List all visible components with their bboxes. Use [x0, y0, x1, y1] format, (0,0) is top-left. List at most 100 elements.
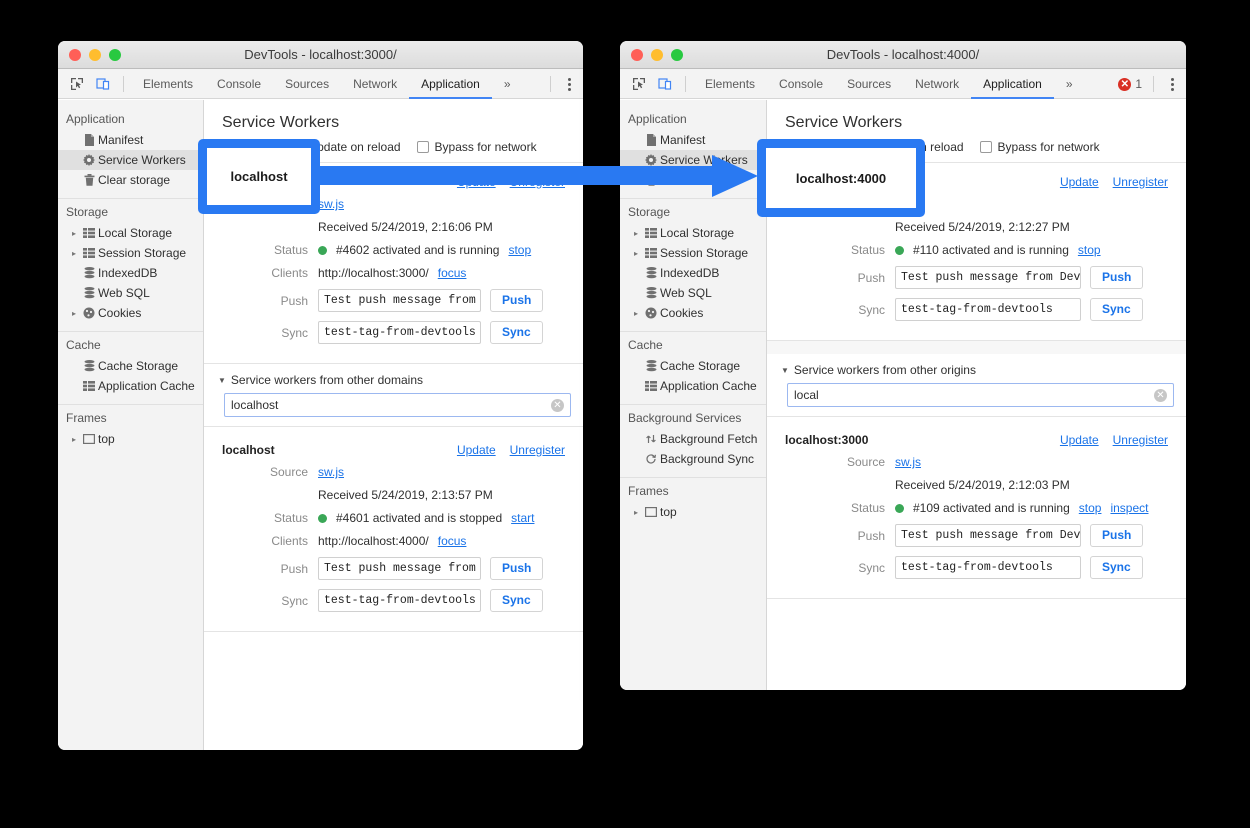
sidebar-item-cache-storage[interactable]: ▸ Cache Storage — [58, 356, 203, 376]
sw-source-link[interactable]: sw.js — [318, 197, 344, 211]
window-controls-left[interactable] — [58, 49, 121, 61]
focus-link[interactable]: focus — [438, 534, 467, 548]
tab-console[interactable]: Console — [767, 69, 835, 99]
push-message-input[interactable]: Test push message from DevTo — [895, 524, 1081, 547]
twisty-icon[interactable]: ▸ — [68, 249, 80, 258]
twisty-icon[interactable]: ▸ — [68, 229, 80, 238]
unregister-link[interactable]: Unregister — [1113, 175, 1168, 189]
tab-network[interactable]: Network — [341, 69, 409, 99]
sidebar-item-session-storage[interactable]: ▸ Session Storage — [58, 243, 203, 263]
sidebar-item-cookies[interactable]: ▸ Cookies — [620, 303, 766, 323]
tab-elements[interactable]: Elements — [693, 69, 767, 99]
stop-link[interactable]: stop — [508, 243, 531, 257]
sync-button[interactable]: Sync — [490, 589, 543, 612]
tab-application[interactable]: Application — [971, 69, 1054, 99]
sidebar-item-local-storage[interactable]: ▸ Local Storage — [620, 223, 766, 243]
twisty-icon[interactable]: ▸ — [630, 508, 642, 517]
push-button[interactable]: Push — [490, 289, 543, 312]
sw-source-link[interactable]: sw.js — [895, 455, 921, 469]
clear-filter-icon[interactable]: ✕ — [551, 399, 564, 412]
other-domains-section-header[interactable]: ▼ Service workers from other domains — [204, 364, 583, 393]
sidebar-item-top-frame[interactable]: ▸ top — [58, 429, 203, 449]
checkbox-box[interactable] — [417, 141, 429, 153]
window-controls-right[interactable] — [620, 49, 683, 61]
unregister-link[interactable]: Unregister — [510, 443, 565, 457]
sidebar-item-local-storage[interactable]: ▸ Local Storage — [58, 223, 203, 243]
sidebar-item-application-cache[interactable]: ▸ Application Cache — [620, 376, 766, 396]
focus-link[interactable]: focus — [438, 266, 467, 280]
origin-filter-input[interactable]: localhost ✕ — [224, 393, 571, 417]
sw-source-link[interactable]: sw.js — [318, 465, 344, 479]
sync-tag-input[interactable]: test-tag-from-devtools — [318, 589, 481, 612]
twisty-icon[interactable]: ▸ — [630, 249, 642, 258]
push-message-input[interactable]: Test push message from De — [318, 557, 481, 580]
checkbox-bypass-for-network[interactable]: Bypass for network — [980, 140, 1100, 154]
sidebar-item-session-storage[interactable]: ▸ Session Storage — [620, 243, 766, 263]
sync-button[interactable]: Sync — [1090, 298, 1143, 321]
push-button[interactable]: Push — [1090, 524, 1143, 547]
sidebar-item-indexeddb[interactable]: ▸ IndexedDB — [58, 263, 203, 283]
tab-elements[interactable]: Elements — [131, 69, 205, 99]
origin-filter-input[interactable]: local ✕ — [787, 383, 1174, 407]
sidebar-item-application-cache[interactable]: ▸ Application Cache — [58, 376, 203, 396]
sidebar-item-cookies[interactable]: ▸ Cookies — [58, 303, 203, 323]
twisty-icon[interactable]: ▸ — [630, 229, 642, 238]
kebab-menu-icon[interactable] — [562, 78, 577, 91]
sidebar-item-manifest[interactable]: ▸ Manifest — [620, 130, 766, 150]
sync-button[interactable]: Sync — [490, 321, 543, 344]
twisty-icon[interactable]: ▸ — [68, 309, 80, 318]
unregister-link[interactable]: Unregister — [1113, 433, 1168, 447]
tab-console[interactable]: Console — [205, 69, 273, 99]
error-count-badge[interactable]: ✕ 1 — [1118, 77, 1142, 91]
sync-button[interactable]: Sync — [1090, 556, 1143, 579]
chevron-down-icon[interactable]: ▼ — [781, 366, 789, 375]
checkbox-bypass-for-network[interactable]: Bypass for network — [417, 140, 537, 154]
sidebar-item-clear-storage[interactable]: ▸ Clear storage — [58, 170, 203, 190]
inspect-element-icon[interactable] — [64, 72, 90, 96]
inspect-element-icon[interactable] — [626, 72, 652, 96]
push-message-input[interactable]: Test push message from De — [318, 289, 481, 312]
checkbox-box[interactable] — [980, 141, 992, 153]
sidebar-item-manifest[interactable]: ▸ Manifest — [58, 130, 203, 150]
twisty-icon[interactable]: ▸ — [68, 435, 80, 444]
close-window-button[interactable] — [631, 49, 643, 61]
kebab-menu-icon[interactable] — [1165, 78, 1180, 91]
maximize-window-button[interactable] — [671, 49, 683, 61]
sidebar-item-indexeddb[interactable]: ▸ IndexedDB — [620, 263, 766, 283]
tab-application[interactable]: Application — [409, 69, 492, 99]
sync-tag-input[interactable]: test-tag-from-devtools — [318, 321, 481, 344]
start-link[interactable]: start — [511, 511, 534, 525]
sync-tag-input[interactable]: test-tag-from-devtools — [895, 298, 1081, 321]
clear-filter-icon[interactable]: ✕ — [1154, 389, 1167, 402]
sidebar-item-cache-storage[interactable]: ▸ Cache Storage — [620, 356, 766, 376]
push-button[interactable]: Push — [490, 557, 543, 580]
chevron-down-icon[interactable]: ▼ — [218, 376, 226, 385]
update-link[interactable]: Update — [1060, 175, 1099, 189]
update-link[interactable]: Update — [457, 443, 496, 457]
sidebar-item-background-sync[interactable]: ▸ Background Sync — [620, 449, 766, 469]
more-tabs-button[interactable]: » — [1054, 69, 1085, 99]
twisty-icon[interactable]: ▸ — [630, 309, 642, 318]
tab-network[interactable]: Network — [903, 69, 971, 99]
close-window-button[interactable] — [69, 49, 81, 61]
minimize-window-button[interactable] — [89, 49, 101, 61]
push-button[interactable]: Push — [1090, 266, 1143, 289]
sidebar-item-background-fetch[interactable]: ▸ Background Fetch — [620, 429, 766, 449]
inspect-link[interactable]: inspect — [1110, 501, 1148, 515]
device-toolbar-icon[interactable] — [652, 72, 678, 96]
sidebar-item-top-frame[interactable]: ▸ top — [620, 502, 766, 522]
sidebar-item-web-sql[interactable]: ▸ Web SQL — [58, 283, 203, 303]
sidebar-item-service-workers[interactable]: ▸ Service Workers — [58, 150, 203, 170]
sidebar-item-web-sql[interactable]: ▸ Web SQL — [620, 283, 766, 303]
maximize-window-button[interactable] — [109, 49, 121, 61]
tab-sources[interactable]: Sources — [835, 69, 903, 99]
tab-sources[interactable]: Sources — [273, 69, 341, 99]
stop-link[interactable]: stop — [1078, 243, 1101, 257]
stop-link[interactable]: stop — [1079, 501, 1102, 515]
more-tabs-button[interactable]: » — [492, 69, 523, 99]
update-link[interactable]: Update — [1060, 433, 1099, 447]
minimize-window-button[interactable] — [651, 49, 663, 61]
push-message-input[interactable]: Test push message from DevTo — [895, 266, 1081, 289]
sync-tag-input[interactable]: test-tag-from-devtools — [895, 556, 1081, 579]
device-toolbar-icon[interactable] — [90, 72, 116, 96]
